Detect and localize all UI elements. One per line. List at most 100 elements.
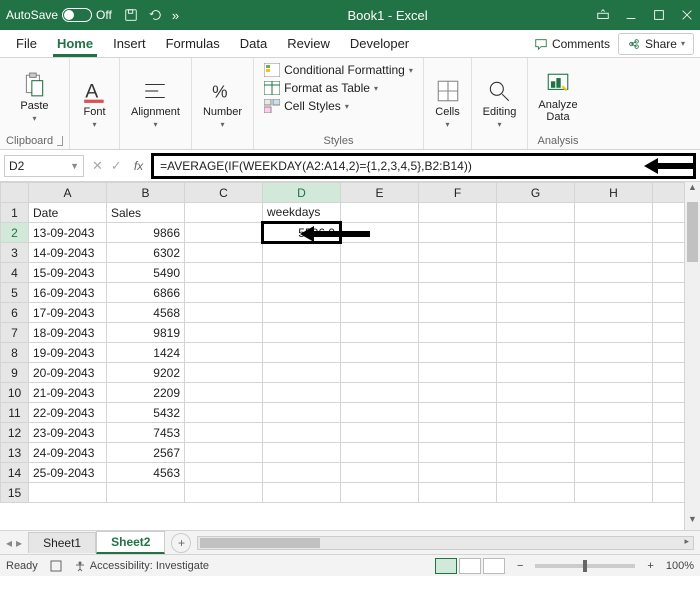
cell-D9[interactable] (263, 363, 341, 383)
scrollbar-thumb[interactable] (687, 202, 698, 262)
cell-D4[interactable] (263, 263, 341, 283)
tab-formulas[interactable]: Formulas (156, 30, 230, 57)
cell-A11[interactable]: 22-09-2043 (29, 403, 107, 423)
cell-D13[interactable] (263, 443, 341, 463)
cell-E11[interactable] (341, 403, 419, 423)
column-header-G[interactable]: G (497, 183, 575, 203)
cell-A8[interactable]: 19-09-2043 (29, 343, 107, 363)
editing-button[interactable]: Editing ▾ (481, 76, 519, 131)
tab-review[interactable]: Review (277, 30, 340, 57)
zoom-out-button[interactable]: − (517, 560, 523, 572)
cell-C14[interactable] (185, 463, 263, 483)
cell-F12[interactable] (419, 423, 497, 443)
column-header-C[interactable]: C (185, 183, 263, 203)
accessibility-status[interactable]: Accessibility: Investigate (74, 560, 209, 572)
cell-H14[interactable] (575, 463, 653, 483)
cell-styles-button[interactable]: Cell Styles▾ (260, 98, 417, 114)
cell-B9[interactable]: 9202 (107, 363, 185, 383)
conditional-formatting-button[interactable]: Conditional Formatting▾ (260, 62, 417, 78)
cell-B2[interactable]: 9866 (107, 223, 185, 243)
cell-C8[interactable] (185, 343, 263, 363)
minimize-icon[interactable] (624, 8, 638, 22)
cell-G11[interactable] (497, 403, 575, 423)
cell-A13[interactable]: 24-09-2043 (29, 443, 107, 463)
column-header-H[interactable]: H (575, 183, 653, 203)
font-button[interactable]: A Font ▾ (80, 76, 110, 131)
cell-E5[interactable] (341, 283, 419, 303)
cell-H7[interactable] (575, 323, 653, 343)
cell-E7[interactable] (341, 323, 419, 343)
cell-D6[interactable] (263, 303, 341, 323)
spreadsheet-grid[interactable]: ABCDEFGHIJ1DateSalesweekdays213-09-20439… (0, 182, 700, 530)
fx-label[interactable]: fx (130, 159, 147, 173)
cell-G15[interactable] (497, 483, 575, 503)
cell-C4[interactable] (185, 263, 263, 283)
cell-H6[interactable] (575, 303, 653, 323)
cell-G6[interactable] (497, 303, 575, 323)
cell-B11[interactable]: 5432 (107, 403, 185, 423)
cell-B10[interactable]: 2209 (107, 383, 185, 403)
cell-F7[interactable] (419, 323, 497, 343)
number-button[interactable]: % Number ▾ (201, 76, 244, 131)
cell-A15[interactable] (29, 483, 107, 503)
cell-F6[interactable] (419, 303, 497, 323)
cell-E10[interactable] (341, 383, 419, 403)
row-header-7[interactable]: 7 (1, 323, 29, 343)
comments-button[interactable]: Comments (526, 37, 618, 51)
cell-G10[interactable] (497, 383, 575, 403)
row-header-1[interactable]: 1 (1, 203, 29, 223)
save-icon[interactable] (124, 8, 138, 22)
undo-icon[interactable] (148, 8, 162, 22)
cell-A5[interactable]: 16-09-2043 (29, 283, 107, 303)
cell-F1[interactable] (419, 203, 497, 223)
cell-H2[interactable] (575, 223, 653, 243)
alignment-button[interactable]: Alignment ▾ (129, 76, 182, 131)
paste-button[interactable]: Paste ▾ (18, 70, 50, 125)
row-header-8[interactable]: 8 (1, 343, 29, 363)
cell-A7[interactable]: 18-09-2043 (29, 323, 107, 343)
cell-C10[interactable] (185, 383, 263, 403)
cell-C11[interactable] (185, 403, 263, 423)
row-header-4[interactable]: 4 (1, 263, 29, 283)
format-as-table-button[interactable]: Format as Table▾ (260, 80, 417, 96)
cell-H9[interactable] (575, 363, 653, 383)
cell-D10[interactable] (263, 383, 341, 403)
zoom-level[interactable]: 100% (666, 560, 694, 572)
cell-F13[interactable] (419, 443, 497, 463)
column-header-B[interactable]: B (107, 183, 185, 203)
cell-G5[interactable] (497, 283, 575, 303)
cell-D14[interactable] (263, 463, 341, 483)
cell-E4[interactable] (341, 263, 419, 283)
tab-file[interactable]: File (6, 30, 47, 57)
ribbon-options-icon[interactable] (596, 8, 610, 22)
cell-G8[interactable] (497, 343, 575, 363)
cell-E8[interactable] (341, 343, 419, 363)
cell-E1[interactable] (341, 203, 419, 223)
record-macro-icon[interactable] (50, 560, 62, 572)
cell-H13[interactable] (575, 443, 653, 463)
row-header-10[interactable]: 10 (1, 383, 29, 403)
name-box[interactable]: D2 ▼ (4, 155, 84, 177)
row-header-15[interactable]: 15 (1, 483, 29, 503)
cell-B13[interactable]: 2567 (107, 443, 185, 463)
cell-C5[interactable] (185, 283, 263, 303)
cell-F8[interactable] (419, 343, 497, 363)
cell-G4[interactable] (497, 263, 575, 283)
row-header-13[interactable]: 13 (1, 443, 29, 463)
cell-A3[interactable]: 14-09-2043 (29, 243, 107, 263)
cell-H11[interactable] (575, 403, 653, 423)
cell-G9[interactable] (497, 363, 575, 383)
row-header-5[interactable]: 5 (1, 283, 29, 303)
column-header-E[interactable]: E (341, 183, 419, 203)
cell-B7[interactable]: 9819 (107, 323, 185, 343)
cell-D1[interactable]: weekdays (263, 203, 341, 223)
cell-B12[interactable]: 7453 (107, 423, 185, 443)
dialog-launcher-icon[interactable] (57, 136, 63, 146)
add-sheet-button[interactable]: + (171, 533, 191, 553)
row-header-6[interactable]: 6 (1, 303, 29, 323)
cell-F15[interactable] (419, 483, 497, 503)
maximize-icon[interactable] (652, 8, 666, 22)
cell-D8[interactable] (263, 343, 341, 363)
cell-C3[interactable] (185, 243, 263, 263)
cell-C15[interactable] (185, 483, 263, 503)
